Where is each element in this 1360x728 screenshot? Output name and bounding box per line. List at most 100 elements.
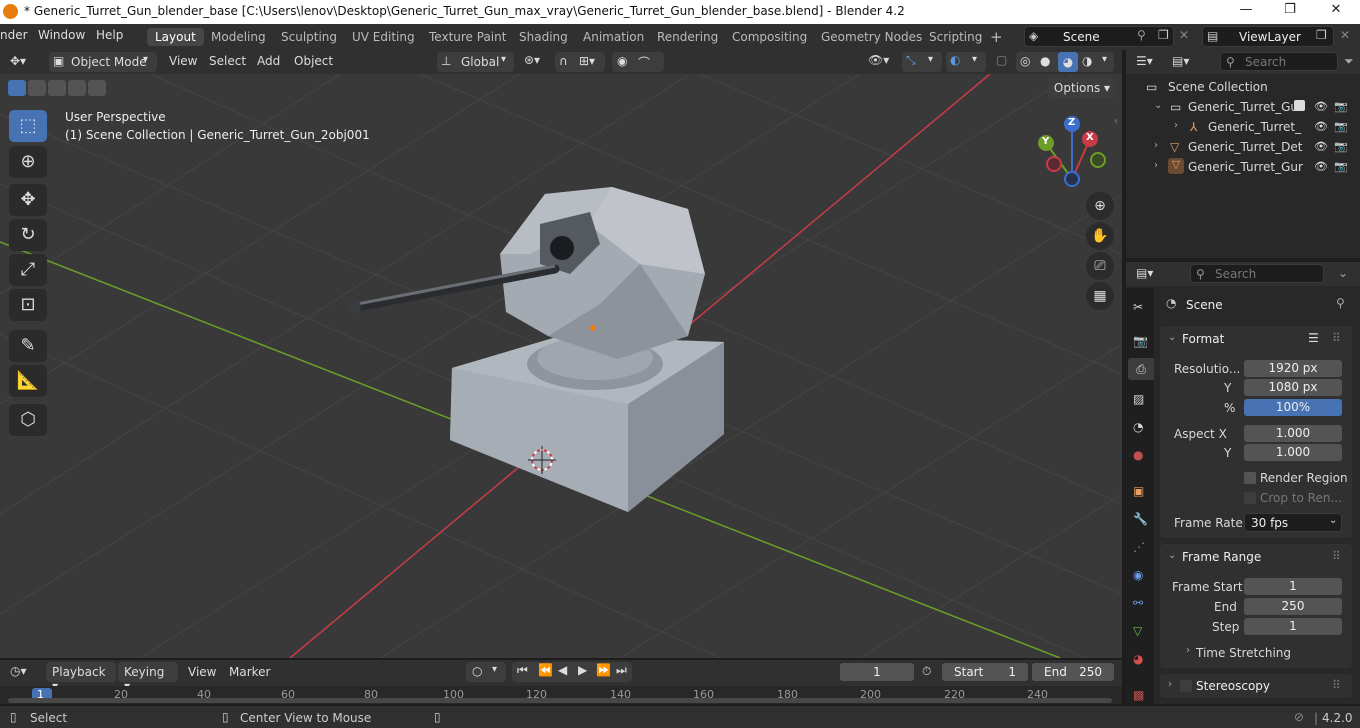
render-tab-icon[interactable]: 📷 <box>1133 334 1148 348</box>
resolution-x-field[interactable]: 1920 px <box>1244 360 1342 377</box>
current-frame-field[interactable]: 1 <box>840 663 914 681</box>
overlay-toggle[interactable]: ◐ ▾ <box>946 52 986 72</box>
eye-icon[interactable]: 👁 <box>1314 100 1328 113</box>
jump-end-icon[interactable]: ⏭ <box>616 663 627 678</box>
tab-layout[interactable]: Layout <box>147 28 204 46</box>
menu-window[interactable]: Window <box>38 28 85 42</box>
timeline-editor-icon[interactable]: ◷▾ <box>10 664 27 678</box>
drag-handle-icon[interactable]: ⠿ <box>1332 678 1341 692</box>
filter-icon[interactable]: ⏷ <box>1344 54 1354 69</box>
format-title[interactable]: Format <box>1182 332 1224 346</box>
timeline-view-menu[interactable]: View <box>188 665 216 679</box>
constraints-tab-icon[interactable]: ⚯ <box>1133 596 1143 610</box>
frame-ruler[interactable]: 1 20 40 60 80 100 120 140 160 180 200 22… <box>0 686 1122 704</box>
select-extend-icon[interactable] <box>28 80 46 96</box>
aspect-x-field[interactable]: 1.000 <box>1244 425 1342 442</box>
tab-sculpting[interactable]: Sculpting <box>273 28 345 46</box>
view-layer-tab-icon[interactable]: ▨ <box>1133 392 1144 406</box>
jump-start-icon[interactable]: ⏮ <box>517 663 528 678</box>
play-reverse-icon[interactable]: ◀ <box>558 663 567 677</box>
playback-menu[interactable]: Playback ▾ <box>46 662 116 693</box>
eye-icon[interactable]: 👁 <box>1314 160 1328 173</box>
editor-type-icon[interactable]: ✥▾ <box>10 54 26 68</box>
drag-handle-icon[interactable]: ⠿ <box>1332 549 1341 563</box>
resolution-y-field[interactable]: 1080 px <box>1244 379 1342 396</box>
particles-tab-icon[interactable]: ⋰ <box>1133 540 1145 554</box>
start-frame-field[interactable]: Start 1 <box>942 663 1028 681</box>
select-new-icon[interactable] <box>8 80 26 96</box>
outliner-item-3[interactable]: Generic_Turret_Gur <box>1188 160 1303 174</box>
tab-scripting[interactable]: Scripting <box>921 28 990 46</box>
timeline-marker-menu[interactable]: Marker <box>229 665 270 679</box>
close-button[interactable]: ✕ <box>1314 2 1358 22</box>
transform-orientation[interactable]: ⊥ Global ▾ <box>437 52 514 72</box>
properties-search[interactable]: ⚲ Search <box>1190 264 1324 283</box>
pan-hand-icon[interactable]: ✋ <box>1086 222 1114 250</box>
crop-checkbox[interactable] <box>1244 492 1256 504</box>
menu-view[interactable]: View <box>169 54 197 68</box>
snap-toggle[interactable]: ∩ ⊞▾ <box>555 52 605 72</box>
chevron-right-icon[interactable]: › <box>1186 645 1190 656</box>
viewlayer-selector[interactable]: ▤ ViewLayer <box>1202 26 1334 47</box>
stereoscopy-checkbox[interactable] <box>1180 680 1192 692</box>
mode-selector[interactable]: ▣ Object Mode ▾ <box>49 52 157 72</box>
wireframe-shading-icon[interactable]: ◎ <box>1020 54 1030 68</box>
copy-scene-icon[interactable]: ❐ <box>1158 28 1169 42</box>
rendered-shading-icon[interactable]: ◑ <box>1082 54 1092 68</box>
keying-menu[interactable]: Keying ▾ <box>118 662 178 693</box>
xray-icon[interactable]: ▢ <box>996 53 1007 67</box>
sidebar-toggle-icon[interactable]: ‹ <box>1114 116 1118 127</box>
object-tab-icon[interactable]: ▣ <box>1133 484 1144 498</box>
output-tab-icon[interactable]: ⎙ <box>1128 358 1154 380</box>
3d-viewport[interactable]: Z X Y User Perspective (1) Scene Collect… <box>0 74 1122 658</box>
scene-selector[interactable]: ◈ Scene ⚲ <box>1024 26 1174 47</box>
drag-handle-icon[interactable]: ⠿ <box>1332 331 1341 345</box>
options-button[interactable]: Options ▾ <box>1048 78 1116 98</box>
outliner-editor-icon[interactable]: ☰▾ <box>1136 54 1153 68</box>
data-tab-icon[interactable]: ▽ <box>1133 624 1142 638</box>
proportional-edit[interactable]: ◉ ⌒ <box>612 52 664 72</box>
tool-tab-icon[interactable]: ✂ <box>1133 300 1143 314</box>
tab-animation[interactable]: Animation <box>575 28 652 46</box>
exclude-checkbox[interactable] <box>1294 100 1305 111</box>
tab-rendering[interactable]: Rendering <box>649 28 726 46</box>
solid-shading-icon[interactable]: ● <box>1040 54 1050 68</box>
properties-editor-icon[interactable]: ▤▾ <box>1136 266 1153 280</box>
scene-collection-label[interactable]: Scene Collection <box>1168 80 1268 94</box>
tab-compositing[interactable]: Compositing <box>724 28 815 46</box>
stereoscopy-label[interactable]: Stereoscopy <box>1196 679 1270 693</box>
move-tool-icon[interactable]: ✥ <box>9 184 47 216</box>
time-stretching-label[interactable]: Time Stretching <box>1196 646 1291 660</box>
zoom-icon[interactable]: ⊕ <box>1086 192 1114 220</box>
outliner-item-0[interactable]: Generic_Turret_Gur <box>1188 100 1303 114</box>
cursor-tool-icon[interactable]: ⊕ <box>9 146 47 178</box>
world-tab-icon[interactable]: ● <box>1133 448 1143 462</box>
pin-icon[interactable]: ⚲ <box>1137 28 1146 42</box>
gizmo-toggle[interactable]: ⤡ ▾ <box>902 52 942 72</box>
add-workspace-icon[interactable]: + <box>990 28 1003 46</box>
annotate-tool-icon[interactable]: ✎ <box>9 330 47 362</box>
display-mode-icon[interactable]: ▤▾ <box>1172 54 1189 68</box>
frame-step-field[interactable]: 1 <box>1244 618 1342 635</box>
tab-texture-paint[interactable]: Texture Paint <box>421 28 514 46</box>
chevron-right-icon[interactable]: › <box>1154 160 1158 171</box>
chevron-right-icon[interactable]: › <box>1174 120 1178 131</box>
tab-geometry-nodes[interactable]: Geometry Nodes <box>813 28 930 46</box>
camera-icon[interactable]: 📷 <box>1334 100 1348 113</box>
menu-select[interactable]: Select <box>209 54 246 68</box>
turret-model[interactable] <box>347 187 724 512</box>
select-box-tool-icon[interactable]: ⬚ <box>9 110 47 142</box>
select-invert-icon[interactable] <box>68 80 86 96</box>
auto-keying-toggle[interactable]: ○ ▾ <box>466 662 506 682</box>
delete-viewlayer-icon[interactable]: ✕ <box>1340 28 1350 42</box>
aspect-y-field[interactable]: 1.000 <box>1244 444 1342 461</box>
outliner-item-1[interactable]: Generic_Turret_ <box>1208 120 1301 134</box>
next-keyframe-icon[interactable]: ⏩ <box>596 663 611 677</box>
scale-tool-icon[interactable]: ⤢ <box>9 254 47 286</box>
material-shading-icon[interactable]: ◕ <box>1058 52 1078 72</box>
select-intersect-icon[interactable] <box>88 80 106 96</box>
texture-tab-icon[interactable]: ▩ <box>1133 688 1144 702</box>
resolution-pct-field[interactable]: 100% <box>1244 399 1342 416</box>
eye-icon[interactable]: 👁 <box>1314 140 1328 153</box>
frame-end-field[interactable]: 250 <box>1244 598 1342 615</box>
